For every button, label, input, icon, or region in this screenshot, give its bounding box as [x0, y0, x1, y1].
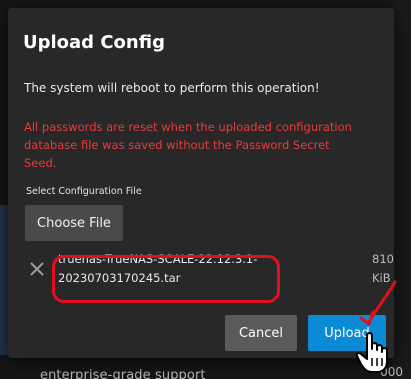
password-caution: All passwords are reset when the uploade…: [24, 120, 352, 170]
reboot-warning: The system will reboot to perform this o…: [24, 81, 320, 95]
upload-config-dialog: Upload Config The system will reboot to …: [8, 8, 394, 358]
choose-file-button[interactable]: Choose File: [25, 205, 123, 241]
hand-pointer-icon: [355, 332, 388, 373]
file-field-label: Select Configuration File: [26, 186, 142, 197]
red-highlight-annotation: [52, 255, 280, 303]
dialog-title: Upload Config: [23, 32, 165, 53]
arrow-annotation: [359, 280, 397, 326]
background-text: enterprise-grade support: [40, 368, 206, 379]
page: enterprise-grade support 000 Upload Conf…: [0, 0, 411, 379]
close-icon[interactable]: [28, 260, 46, 278]
background-panel: [0, 205, 8, 355]
cancel-button[interactable]: Cancel: [225, 315, 297, 351]
file-size-value: 810: [372, 252, 394, 266]
